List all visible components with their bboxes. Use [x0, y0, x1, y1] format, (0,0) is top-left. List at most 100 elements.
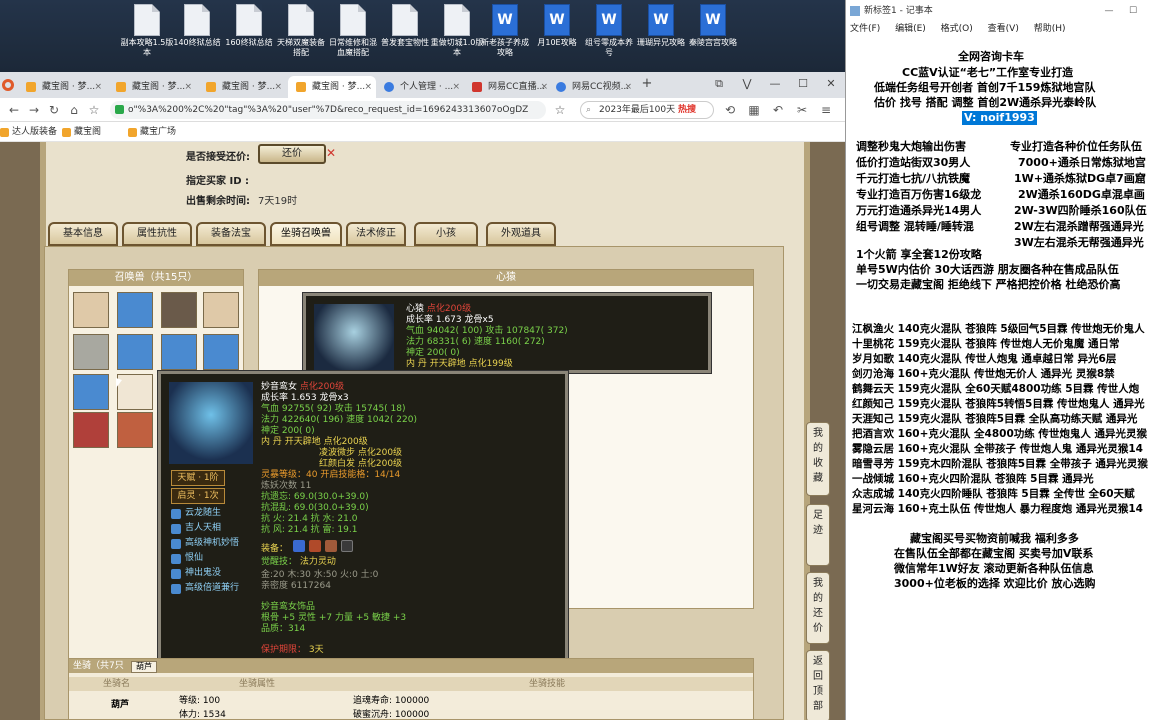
menu-format[interactable]: 格式(O) — [941, 24, 973, 34]
my-offers-button[interactable]: 我的还价 — [806, 572, 830, 644]
tab-appearance[interactable]: 外观道具 — [486, 222, 556, 246]
minimize-button[interactable]: — — [1098, 0, 1120, 22]
bookmark-item[interactable]: 藏宝广场 — [128, 122, 176, 142]
menu-file[interactable]: 文件(F) — [850, 24, 880, 34]
notepad-text-area[interactable]: 全网咨询卡车 CC蓝V认证“老七”工作室专业打造 低端任务组号开创者 首创7千1… — [846, 36, 1156, 720]
tab-attributes[interactable]: 属性抗性 — [122, 222, 192, 246]
menu-help[interactable]: 帮助(H) — [1034, 24, 1066, 34]
scissors-icon[interactable]: ✂ — [792, 100, 812, 120]
desktop-icon[interactable]: W 月10E攻略 — [530, 4, 584, 70]
pet-thumb[interactable] — [73, 412, 109, 448]
desktop-icon[interactable]: 普发套宝物性 — [378, 4, 432, 70]
pet-thumb[interactable] — [73, 292, 109, 328]
pet-thumb[interactable] — [73, 374, 109, 410]
menu-edit[interactable]: 编辑(E) — [895, 24, 926, 34]
resist-stat: 抗 风: 21.4 抗 雷: 19.1 — [261, 525, 358, 535]
search-input[interactable]: ⌕ 2023年最后100天 热搜 — [580, 101, 714, 119]
browser-tab[interactable]: 藏宝阁 · 梦... × — [198, 76, 286, 98]
np-team-line: 十里桃花 159克火混队 苍狼阵 传世炮人无价鬼魔 通日常 — [852, 338, 1120, 350]
desktop-icon[interactable]: W 珊瑚异兄攻略 — [634, 4, 688, 70]
browser-tab-active[interactable]: 藏宝阁 · 梦... × — [288, 76, 376, 98]
bookmark-item[interactable]: 藏宝阁 — [62, 122, 101, 142]
bookmark-item[interactable]: 达人版装备 — [0, 122, 57, 142]
desktop-icon[interactable]: 重做切城1.0版本 — [430, 4, 484, 70]
undo-icon[interactable]: ↶ — [768, 100, 788, 120]
search-icon: ⌕ — [586, 105, 592, 115]
browser-tab[interactable]: 网易CC视频... × — [548, 76, 636, 98]
awaken-value: 法力灵动 — [299, 557, 336, 567]
extension-icon[interactable]: ⟲ — [720, 100, 740, 120]
notepad-icon — [850, 6, 860, 16]
tab-spells[interactable]: 法术修正 — [346, 222, 406, 246]
maximize-button[interactable]: ☐ — [792, 72, 814, 98]
my-favorites-button[interactable]: 我的收藏 — [806, 422, 830, 496]
desktop-icon[interactable]: W 组号零成本养号 — [582, 4, 636, 70]
awaken-label: 觉醒技： — [261, 557, 298, 567]
tab-label: 藏宝阁 · 梦... — [132, 82, 186, 92]
np-team-line: 天涯知己 159克火混队 苍狼阵5目霖 全队高功练天赋 通异光 — [852, 413, 1138, 425]
close-tab-icon[interactable]: × — [624, 76, 632, 98]
desktop-icon-label: 160终狱总结 — [225, 38, 273, 47]
np-footer-line: 微信常年1W好友 滚动更新各种队伍信息 — [894, 562, 1094, 575]
desktop-icon[interactable]: 日常维修和混血魔搭配 — [326, 4, 380, 70]
element-stats: 金:20 木:30 水:50 火:0 土:0 — [261, 570, 379, 580]
bookmark-star-icon[interactable]: ☆ — [84, 100, 104, 120]
browser-tab[interactable]: 藏宝阁 · 梦... × — [108, 76, 196, 98]
tab-basic-info[interactable]: 基本信息 — [48, 222, 118, 246]
mount-life-value: 100000 — [394, 696, 430, 706]
url-field[interactable]: o"%3A%200%2C%20"tag"%3A%20"user"%7D&reco… — [110, 101, 546, 119]
forward-arrow-icon[interactable]: → — [24, 100, 44, 120]
browser-tab[interactable]: 藏宝阁 · 梦... × — [18, 76, 106, 98]
close-tab-icon[interactable]: × — [184, 76, 192, 98]
pet-thumb[interactable] — [117, 292, 153, 328]
desktop-icon[interactable]: 天梯双魔装备搭配 — [274, 4, 328, 70]
menu-icon[interactable]: ≡ — [816, 100, 836, 120]
tab-search-button[interactable]: ⧉ — [708, 72, 730, 98]
desktop: 副本攻略1.5版本 140终狱总结 160终狱总结 天梯双魔装备搭配 日常维修和… — [0, 0, 845, 72]
back-arrow-icon[interactable]: ← — [4, 100, 24, 120]
menu-view[interactable]: 查看(V) — [988, 24, 1019, 34]
pet-stat: 成长率 1.673 龙骨x5 — [406, 315, 494, 325]
mount-tab[interactable]: 葫芦 — [131, 661, 157, 673]
pet-tooltip-xinyuan: 心猿 点化200级 成长率 1.673 龙骨x5 气血 94042( 100) … — [303, 293, 711, 374]
close-tab-icon[interactable]: × — [452, 76, 460, 98]
pet-thumb[interactable] — [73, 334, 109, 370]
home-icon[interactable]: ⌂ — [64, 100, 84, 120]
back-to-top-button[interactable]: 返回顶部 — [806, 650, 830, 720]
close-tab-icon[interactable]: × — [94, 76, 102, 98]
grid-icon[interactable]: ▦ — [744, 100, 764, 120]
minimize-button[interactable]: — — [764, 72, 786, 98]
pet-thumb[interactable] — [117, 412, 153, 448]
desktop-icon[interactable]: 160终狱总结 — [222, 4, 276, 70]
close-tab-icon[interactable]: × — [274, 76, 282, 98]
new-tab-button[interactable]: + — [636, 72, 658, 98]
pet-thumb[interactable] — [161, 292, 197, 328]
desktop-icon[interactable]: W 秦陵宫宫攻略 — [686, 4, 740, 70]
browser-tab[interactable]: 个人管理 · ... × — [376, 76, 464, 98]
pet-thumb[interactable] — [117, 374, 153, 410]
desktop-icon[interactable]: 副本攻略1.5版本 — [120, 4, 174, 70]
pet-thumb[interactable] — [203, 334, 239, 370]
close-tab-icon[interactable]: × — [540, 76, 548, 98]
pet-thumb[interactable] — [161, 334, 197, 370]
close-tab-icon[interactable]: × — [364, 76, 372, 98]
footprint-button[interactable]: 足迹 — [806, 504, 830, 566]
maximize-button[interactable]: ☐ — [1122, 0, 1144, 22]
desktop-icon[interactable]: 140终狱总结 — [170, 4, 224, 70]
dropdown-button[interactable]: ⋁ — [736, 72, 758, 98]
reload-icon[interactable]: ↻ — [44, 100, 64, 120]
counter-offer-button[interactable]: 还价 — [258, 144, 326, 164]
browser-tab[interactable]: 网易CC直播... × — [464, 76, 552, 98]
pet-thumb[interactable] — [117, 334, 153, 370]
np-team-line: 暗雪寻芳 159克木四阶混队 苍狼阵5目霖 全带孩子 通异光灵猴 — [852, 458, 1148, 470]
pet-thumb[interactable] — [203, 292, 239, 328]
tab-mounts-pets[interactable]: 坐骑召唤兽 — [270, 222, 342, 246]
tab-equipment[interactable]: 装备法宝 — [196, 222, 266, 246]
site-favicon-icon — [116, 82, 126, 92]
close-window-button[interactable]: ✕ — [820, 72, 842, 98]
mount-col-header: 坐骑属性 — [239, 679, 276, 689]
np-ad-right: 2W通杀160DG卓混卓画 — [1018, 188, 1145, 201]
favorite-star-icon[interactable]: ☆ — [550, 100, 570, 120]
tab-child[interactable]: 小孩 — [414, 222, 478, 246]
desktop-icon[interactable]: W 新老孩子养成攻略 — [478, 4, 532, 70]
